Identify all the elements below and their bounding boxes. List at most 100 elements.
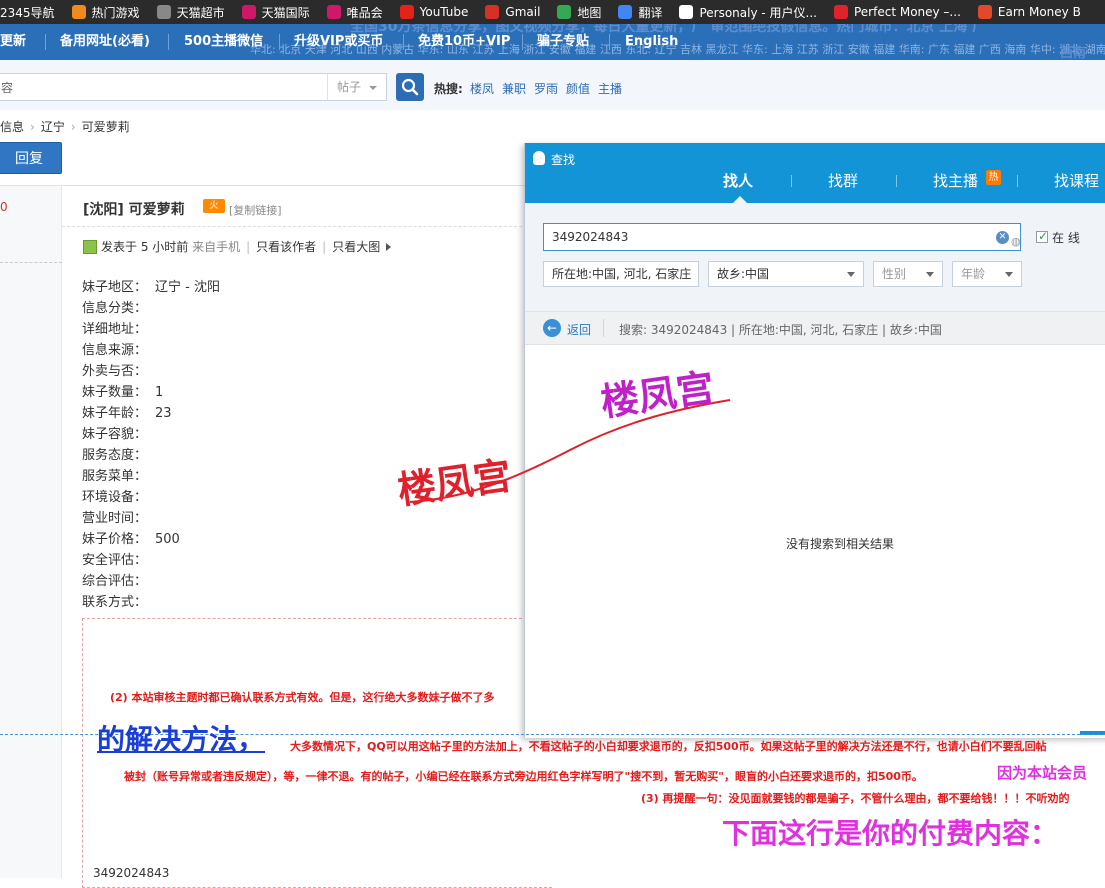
nav-upgrade-vip[interactable]: 升级VIP或买币 — [294, 24, 383, 60]
field-label: 环境设备： — [82, 490, 148, 505]
qq-search-form: 3492024843 ✕ ◍ ✓ 在 线 所在地:中国, 河北, 石家庄 故乡:… — [525, 203, 1105, 311]
notice-2: (2) 本站审核主题时都已确认联系方式有效。但是，这行绝大多数妹子做不了多 — [110, 691, 495, 704]
age-select[interactable]: 年龄 — [952, 261, 1022, 287]
bookmark-label: Earn Money B — [997, 5, 1081, 19]
nav-free-coins[interactable]: 免费10币+VIP — [418, 24, 510, 60]
bookmark-item[interactable]: 天猫国际 — [241, 4, 310, 21]
bookmark-label: 热门游戏 — [91, 5, 140, 20]
search-type-select[interactable]: 帖子 — [327, 73, 387, 101]
bookmark-item[interactable]: 2345导航 — [0, 4, 55, 21]
bookmark-item[interactable]: Personaly - 用户仪... — [679, 4, 817, 21]
nav-divider — [45, 34, 46, 50]
breadcrumb-item[interactable]: 信息 — [0, 120, 24, 134]
flame-icon — [71, 5, 86, 19]
tab-find-people[interactable]: 找人 — [723, 170, 753, 191]
translate-icon — [618, 5, 633, 19]
post-field: 详细地址： — [82, 318, 155, 337]
post-field: 综合评估： — [82, 570, 155, 589]
hot-link[interactable]: 罗雨 — [534, 80, 558, 97]
hot-link[interactable]: 主播 — [598, 80, 622, 97]
breadcrumb: 信息 › 辽宁 › 可爱萝莉 — [0, 120, 130, 134]
gender-select[interactable]: 性别 — [873, 261, 943, 287]
post-field: 环境设备： — [82, 486, 155, 505]
qq-header: 查找 找人 找群 找主播 热 找课程 — [525, 143, 1105, 203]
bookmark-label: YouTube — [419, 5, 469, 19]
search-type-label: 帖子 — [337, 80, 362, 94]
nav-update[interactable]: 更新 — [0, 24, 26, 60]
post-field: 服务菜单： — [82, 465, 155, 484]
tab-divider — [1017, 175, 1018, 187]
post-field: 信息分类： — [82, 297, 155, 316]
bookmark-item[interactable]: Perfect Money –... — [833, 5, 961, 19]
bookmark-item[interactable]: Earn Money B — [977, 5, 1081, 19]
chevron-down-icon — [1005, 272, 1013, 277]
bookmark-item[interactable]: 翻译 — [618, 4, 662, 21]
bar-divider — [603, 319, 604, 337]
post-source: 来自手机 — [192, 240, 241, 254]
field-value: 23 — [155, 406, 172, 421]
field-label: 妹子容貌： — [82, 427, 148, 442]
back-arrow-icon[interactable]: ← — [543, 319, 561, 337]
bookmark-item[interactable]: 天猫超市 — [156, 4, 225, 21]
bookmark-item[interactable]: 热门游戏 — [71, 4, 140, 21]
breadcrumb-item[interactable]: 可爱萝莉 — [82, 120, 130, 134]
chevron-down-icon — [847, 272, 855, 277]
title-divider — [62, 226, 532, 227]
field-label: 妹子年龄： — [82, 406, 148, 421]
bookmark-label: Personaly - 用户仪... — [699, 5, 817, 20]
bookmark-item[interactable]: 地图 — [557, 4, 601, 21]
online-checkbox[interactable]: ✓ — [1036, 229, 1048, 243]
chevron-down-icon — [369, 86, 377, 90]
bookmark-item[interactable]: 唯品会 — [326, 4, 383, 21]
nav-backup-url[interactable]: 备用网址(必看) — [60, 24, 150, 60]
gender-value: 性别 — [882, 267, 907, 281]
gift-icon — [977, 5, 992, 19]
age-value: 年龄 — [961, 267, 986, 281]
big-image-link[interactable]: 只看大图 — [332, 238, 380, 255]
location-pin-icon[interactable]: ◍ — [1011, 229, 1021, 248]
notice-2b: 大多数情况下，QQ可以用这帖子里的方法加上，不看这帖子的小白却要求退币的，反扣5… — [290, 740, 1047, 753]
tab-find-anchor[interactable]: 找主播 — [933, 170, 978, 191]
maps-icon — [557, 5, 572, 19]
reply-button[interactable]: 回复 — [0, 142, 62, 174]
field-label: 服务菜单： — [82, 469, 148, 484]
hot-badge: 热 — [986, 170, 1001, 185]
field-label: 综合评估： — [82, 574, 148, 589]
qq-number-input[interactable]: 3492024843 ✕ ◍ — [543, 223, 1021, 251]
nav-scam-posts[interactable]: 骗子专贴 — [537, 24, 589, 60]
clear-icon[interactable]: ✕ — [996, 231, 1009, 244]
paid-content-heading: 下面这行是你的付费内容： — [722, 817, 1059, 850]
search-button[interactable] — [396, 73, 424, 101]
nav-english[interactable]: English — [625, 24, 678, 60]
search-input[interactable]: 容 — [0, 73, 328, 101]
solution-link[interactable]: 的解决方法， — [97, 718, 265, 758]
page-icon — [679, 5, 694, 19]
chevron-down-icon — [926, 272, 934, 277]
no-result-message: 没有搜索到相关结果 — [785, 537, 894, 551]
post-field: 妹子容貌： — [82, 423, 155, 442]
qq-result-bar: ← 返回 搜索: 3492024843 | 所在地:中国, 河北, 石家庄 | … — [525, 311, 1105, 345]
hot-link[interactable]: 颜值 — [566, 80, 590, 97]
bookmark-label: 地图 — [577, 5, 602, 20]
hot-link[interactable]: 楼凤 — [470, 80, 494, 97]
hot-link[interactable]: 兼职 — [502, 80, 526, 97]
notice-2c: 被封（账号异常或者违反规定），等，一律不退。有的帖子，小编已经在联系方式旁边用红… — [124, 770, 923, 783]
hometown-select[interactable]: 故乡:中国 — [708, 261, 864, 287]
nav-500-wechat[interactable]: 500主播微信 — [184, 24, 263, 60]
copy-link[interactable]: [复制链接] — [229, 202, 282, 218]
tab-find-group[interactable]: 找群 — [828, 170, 858, 191]
post-field: 妹子数量： 1 — [82, 381, 163, 400]
post-meta: 发表于 5 小时前 来自手机 | 只看该作者 | 只看大图 — [83, 238, 392, 255]
search-summary: 搜索: 3492024843 | 所在地:中国, 河北, 石家庄 | 故乡:中国 — [619, 323, 942, 337]
bookmark-item[interactable]: Gmail — [485, 5, 540, 19]
breadcrumb-item[interactable]: 辽宁 — [41, 120, 65, 134]
ghost-region-right: 西南 — [1060, 46, 1087, 60]
only-author-link[interactable]: 只看该作者 — [256, 238, 316, 255]
back-link[interactable]: 返回 — [567, 321, 591, 338]
field-label: 营业时间： — [82, 511, 148, 526]
location-select[interactable]: 所在地:中国, 河北, 石家庄 — [543, 261, 699, 287]
bookmark-label: 翻译 — [638, 5, 663, 20]
bookmark-item[interactable]: YouTube — [399, 5, 469, 19]
tab-find-course[interactable]: 找课程 — [1054, 170, 1099, 191]
user-icon — [83, 239, 97, 254]
